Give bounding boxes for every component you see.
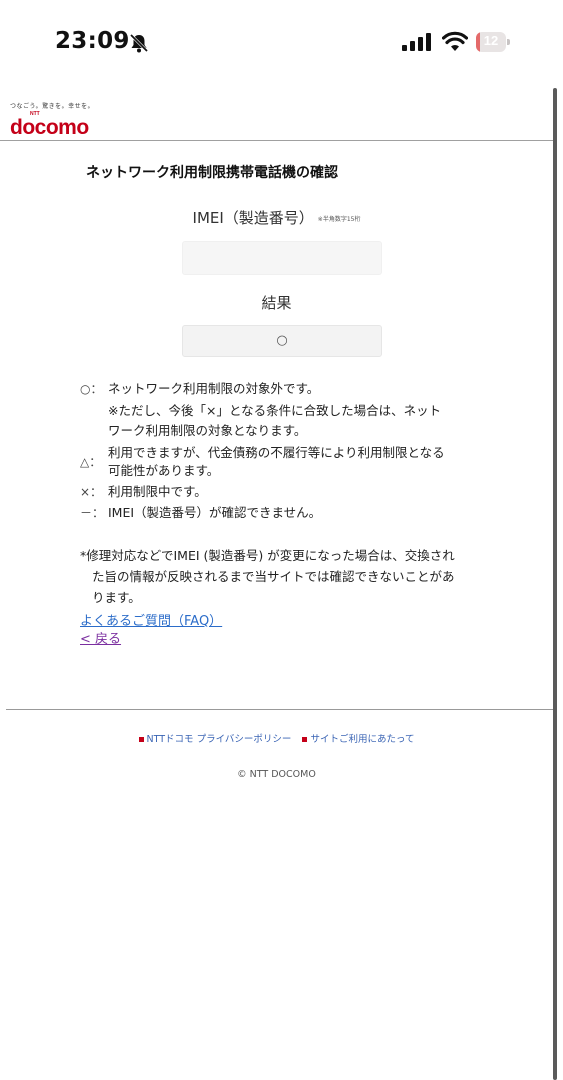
legend-text: IMEI（製造番号）が確認できません。 bbox=[108, 505, 322, 520]
imei-input[interactable] bbox=[182, 241, 382, 275]
result-label: 結果 bbox=[261, 294, 292, 312]
copyright: © NTT DOCOMO bbox=[237, 769, 316, 780]
footer-links: NTTドコモ プライバシーポリシー サイトご利用にあたって bbox=[0, 731, 553, 745]
imei-change-note: *修理対応などでIMEI (製造番号) が変更になった場合は、交換され た旨の情… bbox=[80, 545, 455, 608]
header-divider bbox=[0, 140, 553, 141]
legend-text: 利用制限中です。 bbox=[108, 484, 207, 499]
battery-indicator: 12 bbox=[476, 32, 510, 52]
logo-ntt: NTT bbox=[30, 111, 40, 117]
imei-label-text: IMEI（製造番号） bbox=[192, 209, 314, 227]
legend-text: 可能性があります。 bbox=[108, 463, 220, 478]
docomo-logo[interactable]: つなごう。驚きを。幸せを。 NTT docomo bbox=[10, 101, 94, 140]
logo-text: docomo bbox=[10, 116, 89, 139]
logo-tagline: つなごう。驚きを。幸せを。 bbox=[10, 103, 95, 110]
imei-note: ※半角数字15桁 bbox=[317, 216, 361, 223]
legend-symbol: ×： bbox=[80, 485, 103, 499]
imei-label: IMEI（製造番号） ※半角数字15桁 bbox=[0, 207, 553, 228]
scrollbar[interactable] bbox=[553, 88, 557, 1080]
cellular-signal-icon bbox=[402, 33, 431, 51]
legend-symbol: －： bbox=[80, 506, 105, 520]
back-link[interactable]: < 戻る bbox=[80, 628, 121, 647]
bullet-square-icon bbox=[138, 737, 144, 742]
note-line: た旨の情報が反映されるまで当サイトでは確認できないことがあ bbox=[92, 569, 455, 584]
page-title: ネットワーク利用制限携帯電話機の確認 bbox=[86, 165, 338, 181]
legend-symbol: ○： bbox=[80, 382, 103, 396]
legend-text: ※ただし、今後「×」となる条件に合致した場合は、ネット bbox=[108, 403, 442, 418]
legend-text: ネットワーク利用制限の対象外です。 bbox=[108, 381, 320, 396]
legend-symbol: △： bbox=[80, 455, 102, 469]
result-field: ○ bbox=[182, 325, 382, 357]
footer-divider bbox=[6, 709, 553, 710]
battery-percent: 12 bbox=[483, 33, 499, 48]
legend-text: ワーク利用制限の対象となります。 bbox=[108, 423, 307, 438]
note-line: *修理対応などでIMEI (製造番号) が変更になった場合は、交換され bbox=[80, 548, 455, 563]
site-terms-link[interactable]: サイトご利用にあたって bbox=[302, 734, 414, 745]
bell-slash-icon bbox=[129, 33, 149, 53]
note-line: ります。 bbox=[92, 590, 141, 605]
privacy-policy-link[interactable]: NTTドコモ プライバシーポリシー bbox=[138, 734, 292, 745]
privacy-policy-label: NTTドコモ プライバシーポリシー bbox=[146, 734, 292, 745]
status-bar: 23:09 12 bbox=[0, 0, 563, 84]
status-time: 23:09 bbox=[55, 28, 130, 54]
site-terms-label: サイトご利用にあたって bbox=[310, 734, 415, 745]
bullet-square-icon bbox=[302, 737, 308, 742]
faq-link[interactable]: よくあるご質問（FAQ） bbox=[80, 610, 222, 629]
wifi-icon bbox=[442, 31, 468, 51]
